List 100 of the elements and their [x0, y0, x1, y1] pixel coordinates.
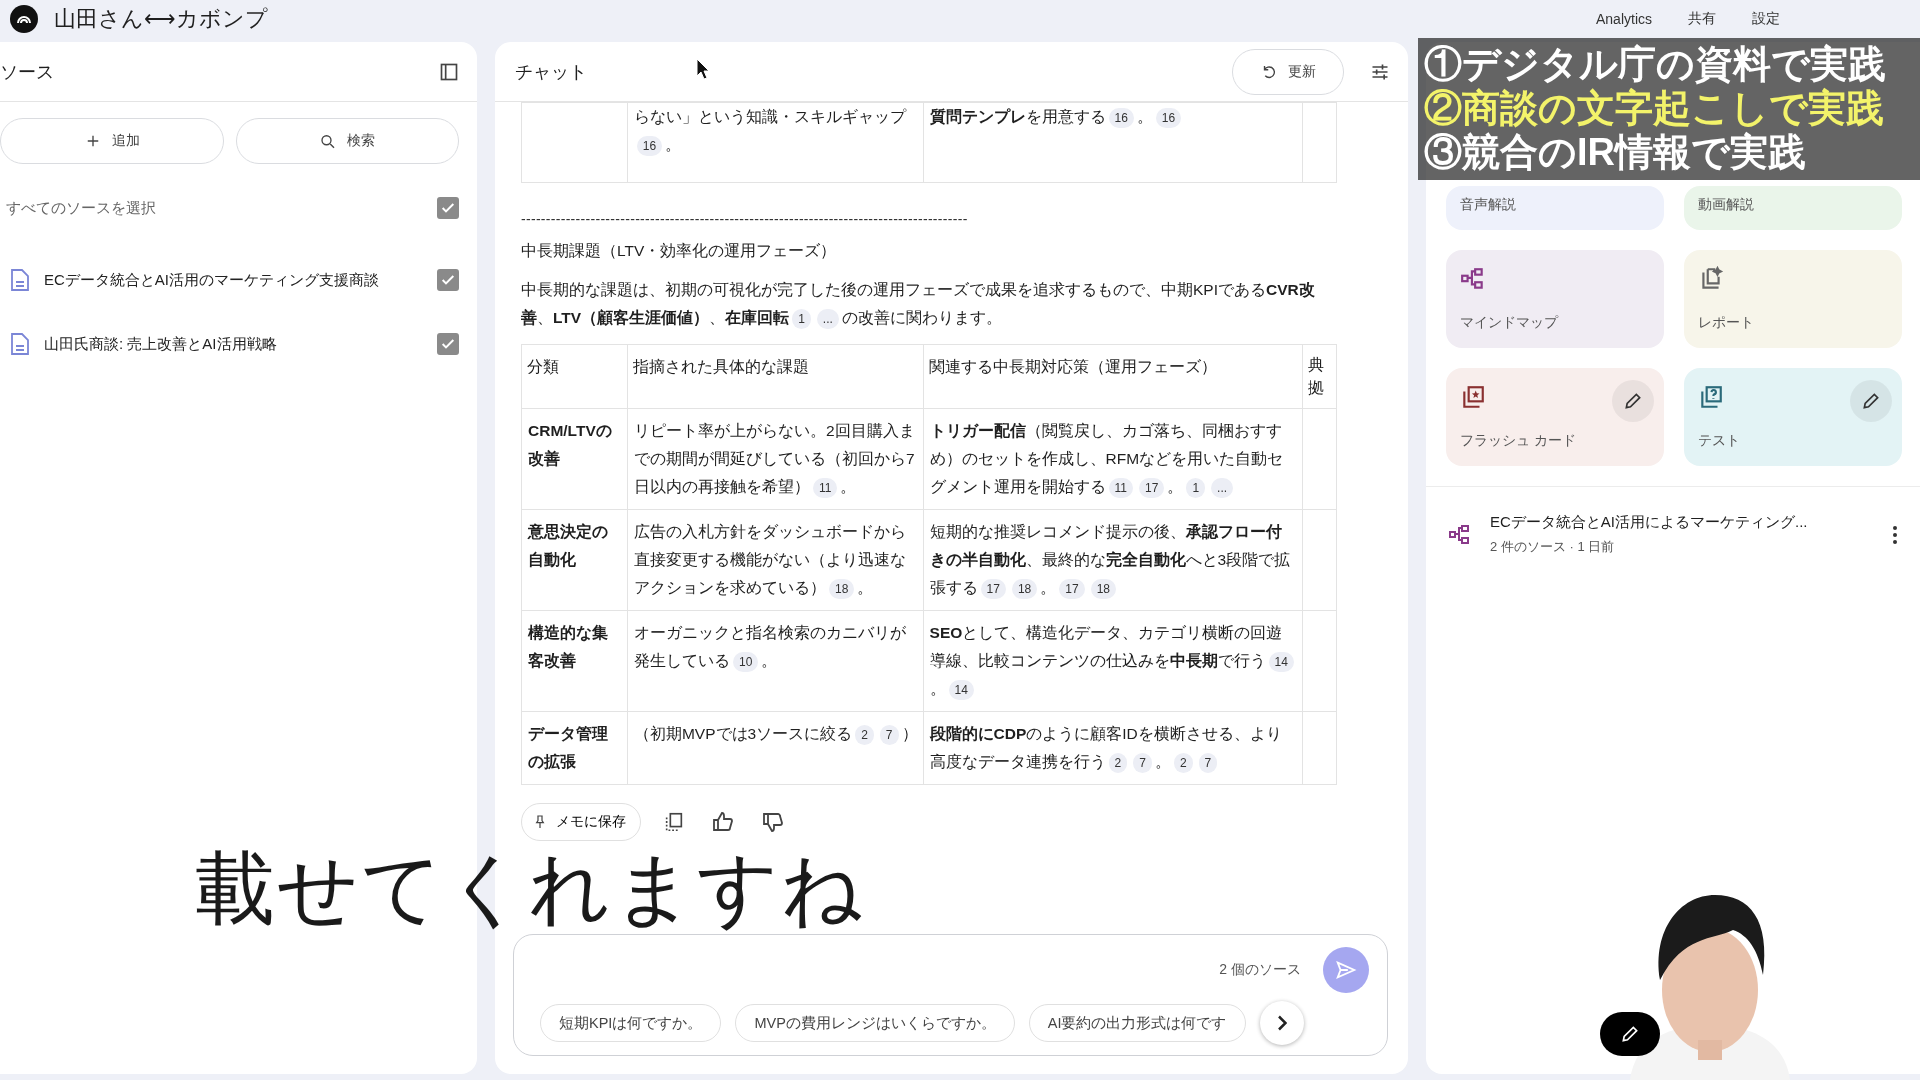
flashcard-icon — [1460, 384, 1486, 410]
table-header: 典拠 — [1302, 344, 1337, 408]
caption-line: ③競合のIR情報で実践 — [1424, 130, 1807, 174]
document-icon — [10, 332, 30, 356]
edit-button[interactable] — [1850, 380, 1892, 422]
add-source-button[interactable]: 追加 — [0, 118, 224, 164]
caption-line: ①デジタル庁の資料で実践 — [1424, 42, 1887, 86]
table-cell: リピート率が上がらない。2回目購入までの期間が間延びしている（初回から7日以内の再接触を希望） 11 。 — [627, 408, 924, 509]
citation-chip[interactable]: 18 — [1011, 578, 1038, 599]
source-item[interactable]: 山田氏商談: 売上改善とAI活用戦略 — [44, 334, 437, 354]
edit-button[interactable] — [1612, 380, 1654, 422]
top-bar-action[interactable]: 設定 — [1752, 10, 1780, 28]
table-cell: オーガニックと指名検索のカニバリが発生している 10 。 — [627, 610, 924, 711]
table-header: 指摘された具体的な課題 — [627, 344, 924, 408]
citation-chip[interactable]: 16 — [1155, 108, 1182, 128]
citation-chip[interactable]: 7 — [879, 724, 899, 745]
citation-chip[interactable]: 18 — [828, 578, 855, 599]
quiz-icon — [1698, 384, 1724, 410]
citation-chip[interactable]: ... — [816, 309, 839, 329]
citation-chip[interactable]: 17 — [980, 578, 1006, 599]
checkbox[interactable] — [437, 269, 459, 291]
card-label: マインドマップ — [1460, 314, 1560, 332]
next-button[interactable] — [1259, 1001, 1304, 1045]
citation-chip[interactable]: 1 — [1186, 477, 1206, 498]
studio-card[interactable]: レポート — [1684, 250, 1902, 348]
source-count: 2 個のソース — [1219, 961, 1301, 979]
citation-chip[interactable]: 11 — [1108, 477, 1133, 498]
table-cell: 質問テンプレを用意する 16 。 16 — [923, 102, 1303, 183]
suggestion-chip[interactable]: AI要約の出力形式は何です — [1028, 1004, 1246, 1042]
citation-chip[interactable]: 11 — [812, 477, 838, 498]
video-subtitle: 載せてくれますね — [195, 848, 865, 930]
panel-title: チャット — [515, 60, 587, 84]
table-cell: CRM/LTVの改善 — [521, 408, 628, 509]
pencil-icon — [1623, 391, 1643, 411]
refresh-button[interactable]: 更新 — [1232, 48, 1344, 95]
citation-chip[interactable]: 16 — [636, 136, 663, 156]
chat-input-field[interactable]: 2 個のソース 短期KPIは何ですか。 MVPの費用レンジはいくらですか。 AI要約の出力形式は何です — [513, 934, 1388, 1056]
source-item[interactable]: ECデータ統合とAI活用のマーケティング支援商談 — [44, 270, 437, 290]
citation-chip[interactable]: 10 — [732, 651, 759, 672]
top-bar-action[interactable]: Analytics — [1595, 10, 1652, 28]
citation-chip[interactable]: 18 — [1090, 578, 1116, 599]
citation-chip[interactable]: 14 — [1268, 651, 1294, 672]
table-cell: （初期MVPでは3ソースに絞る 2 7 ） — [627, 711, 924, 784]
document-icon — [10, 268, 30, 292]
save-note-button[interactable]: メモに保存 — [521, 802, 641, 841]
studio-card[interactable]: 音声解説 — [1446, 186, 1664, 230]
citation-chip[interactable]: 17 — [1139, 477, 1165, 498]
table-cell: SEOとして、構造化データ、カテゴリ横断の回遊導線、比較コンテンツの仕込みを中長期で行う 14 。 14 — [923, 610, 1303, 711]
caption-line: ②商談の文字起こしで実践 — [1424, 86, 1885, 130]
mind-map-icon — [1460, 266, 1486, 292]
studio-card[interactable]: フラッシュ カード — [1446, 368, 1664, 466]
table-cell: らない」という知識・スキルギャップ 16 。 — [627, 102, 923, 183]
studio-card[interactable]: マインドマップ — [1446, 250, 1664, 348]
checkbox[interactable] — [437, 197, 459, 219]
section-heading: 中長期課題（LTV・効率化の運用フェーズ） — [521, 241, 838, 261]
top-bar-action[interactable]: 共有 — [1688, 10, 1716, 28]
citation-chip[interactable]: 14 — [948, 679, 974, 700]
note-meta: 2 件のソース · 1 日前 — [1490, 538, 1616, 556]
checkbox[interactable] — [437, 333, 459, 355]
search-button[interactable]: 検索 — [235, 118, 459, 164]
paragraph: 中長期的な課題は、初期の可視化が完了した後の運用フェーズで成果を追求するもので、中期KPIであるCVR改善、LTV（顧客生涯価値）、在庫回転 1 ... の改善に関わります。 — [521, 276, 1337, 332]
suggestion-chip[interactable]: 短期KPIは何ですか。 — [540, 1004, 722, 1042]
citation-chip[interactable]: 7 — [1133, 752, 1152, 773]
notebook-title: 山田さん⟷カボンプ — [54, 5, 268, 33]
table-cell: 構造的な集客改善 — [521, 610, 628, 711]
note-title[interactable]: ECデータ統合とAI活用によるマーケティング... — [1490, 513, 1870, 532]
table-cell: 段階的にCDPのように顧客IDを横断させる、より高度なデータ連携を行う 2 7 。 2 7 — [923, 711, 1303, 784]
pencil-icon — [1861, 391, 1881, 411]
table-header: 関連する中長期対応策（運用フェーズ） — [923, 344, 1303, 408]
card-label: 音声解説 — [1460, 196, 1517, 214]
divider-text: ------------------------------------------------------------------------------------------ — [521, 211, 969, 227]
table-cell: 広告の入札方針をダッシュボードから直接変更する機能がない（より迅速なアクションを求めている） 18 。 — [627, 509, 924, 610]
table-cell: トリガー配信（閲覧戻し、カゴ落ち、同梱おすすめ）のセットを作成し、RFMなどを用いた自動セグメント運用を開始する 11 17 。 1 ... — [923, 408, 1303, 509]
card-label: 動画解説 — [1698, 196, 1755, 214]
studio-card[interactable]: テスト — [1684, 368, 1902, 466]
citation-chip[interactable]: 2 — [855, 724, 874, 745]
citation-chip[interactable]: 2 — [1108, 752, 1128, 773]
pencil-icon — [1620, 1024, 1640, 1044]
citation-chip[interactable]: 17 — [1059, 578, 1085, 599]
logo-icon — [10, 5, 38, 33]
citation-chip[interactable]: 1 — [792, 309, 811, 329]
card-label: フラッシュ カード — [1460, 432, 1577, 450]
citation-chip[interactable]: ... — [1211, 477, 1234, 498]
citation-chip[interactable]: 7 — [1198, 752, 1218, 773]
mind-map-icon — [1448, 522, 1472, 547]
chevron-right-icon — [1276, 1015, 1287, 1031]
select-all-label: すべてのソースを選択 — [6, 198, 157, 218]
citation-chip[interactable]: 2 — [1173, 752, 1193, 773]
cursor-icon — [696, 58, 710, 80]
studio-card[interactable]: 動画解説 — [1684, 186, 1902, 230]
table-cell: 意思決定の自動化 — [521, 509, 628, 610]
send-icon — [1335, 959, 1357, 981]
card-label: レポート — [1698, 314, 1755, 332]
table-header: 分類 — [521, 344, 628, 408]
table-cell: 短期的な推奨レコメンド提示の後、承認フロー付きの半自動化、最終的な完全自動化へと3段階で拡張する 17 18 。 17 18 — [923, 509, 1303, 610]
panel-title: ソース — [0, 60, 54, 84]
suggestion-chip[interactable]: MVPの費用レンジはいくらですか。 — [735, 1004, 1015, 1042]
table-cell: データ管理の拡張 — [521, 711, 628, 784]
citation-chip[interactable]: 16 — [1108, 108, 1134, 128]
card-label: テスト — [1698, 432, 1741, 450]
